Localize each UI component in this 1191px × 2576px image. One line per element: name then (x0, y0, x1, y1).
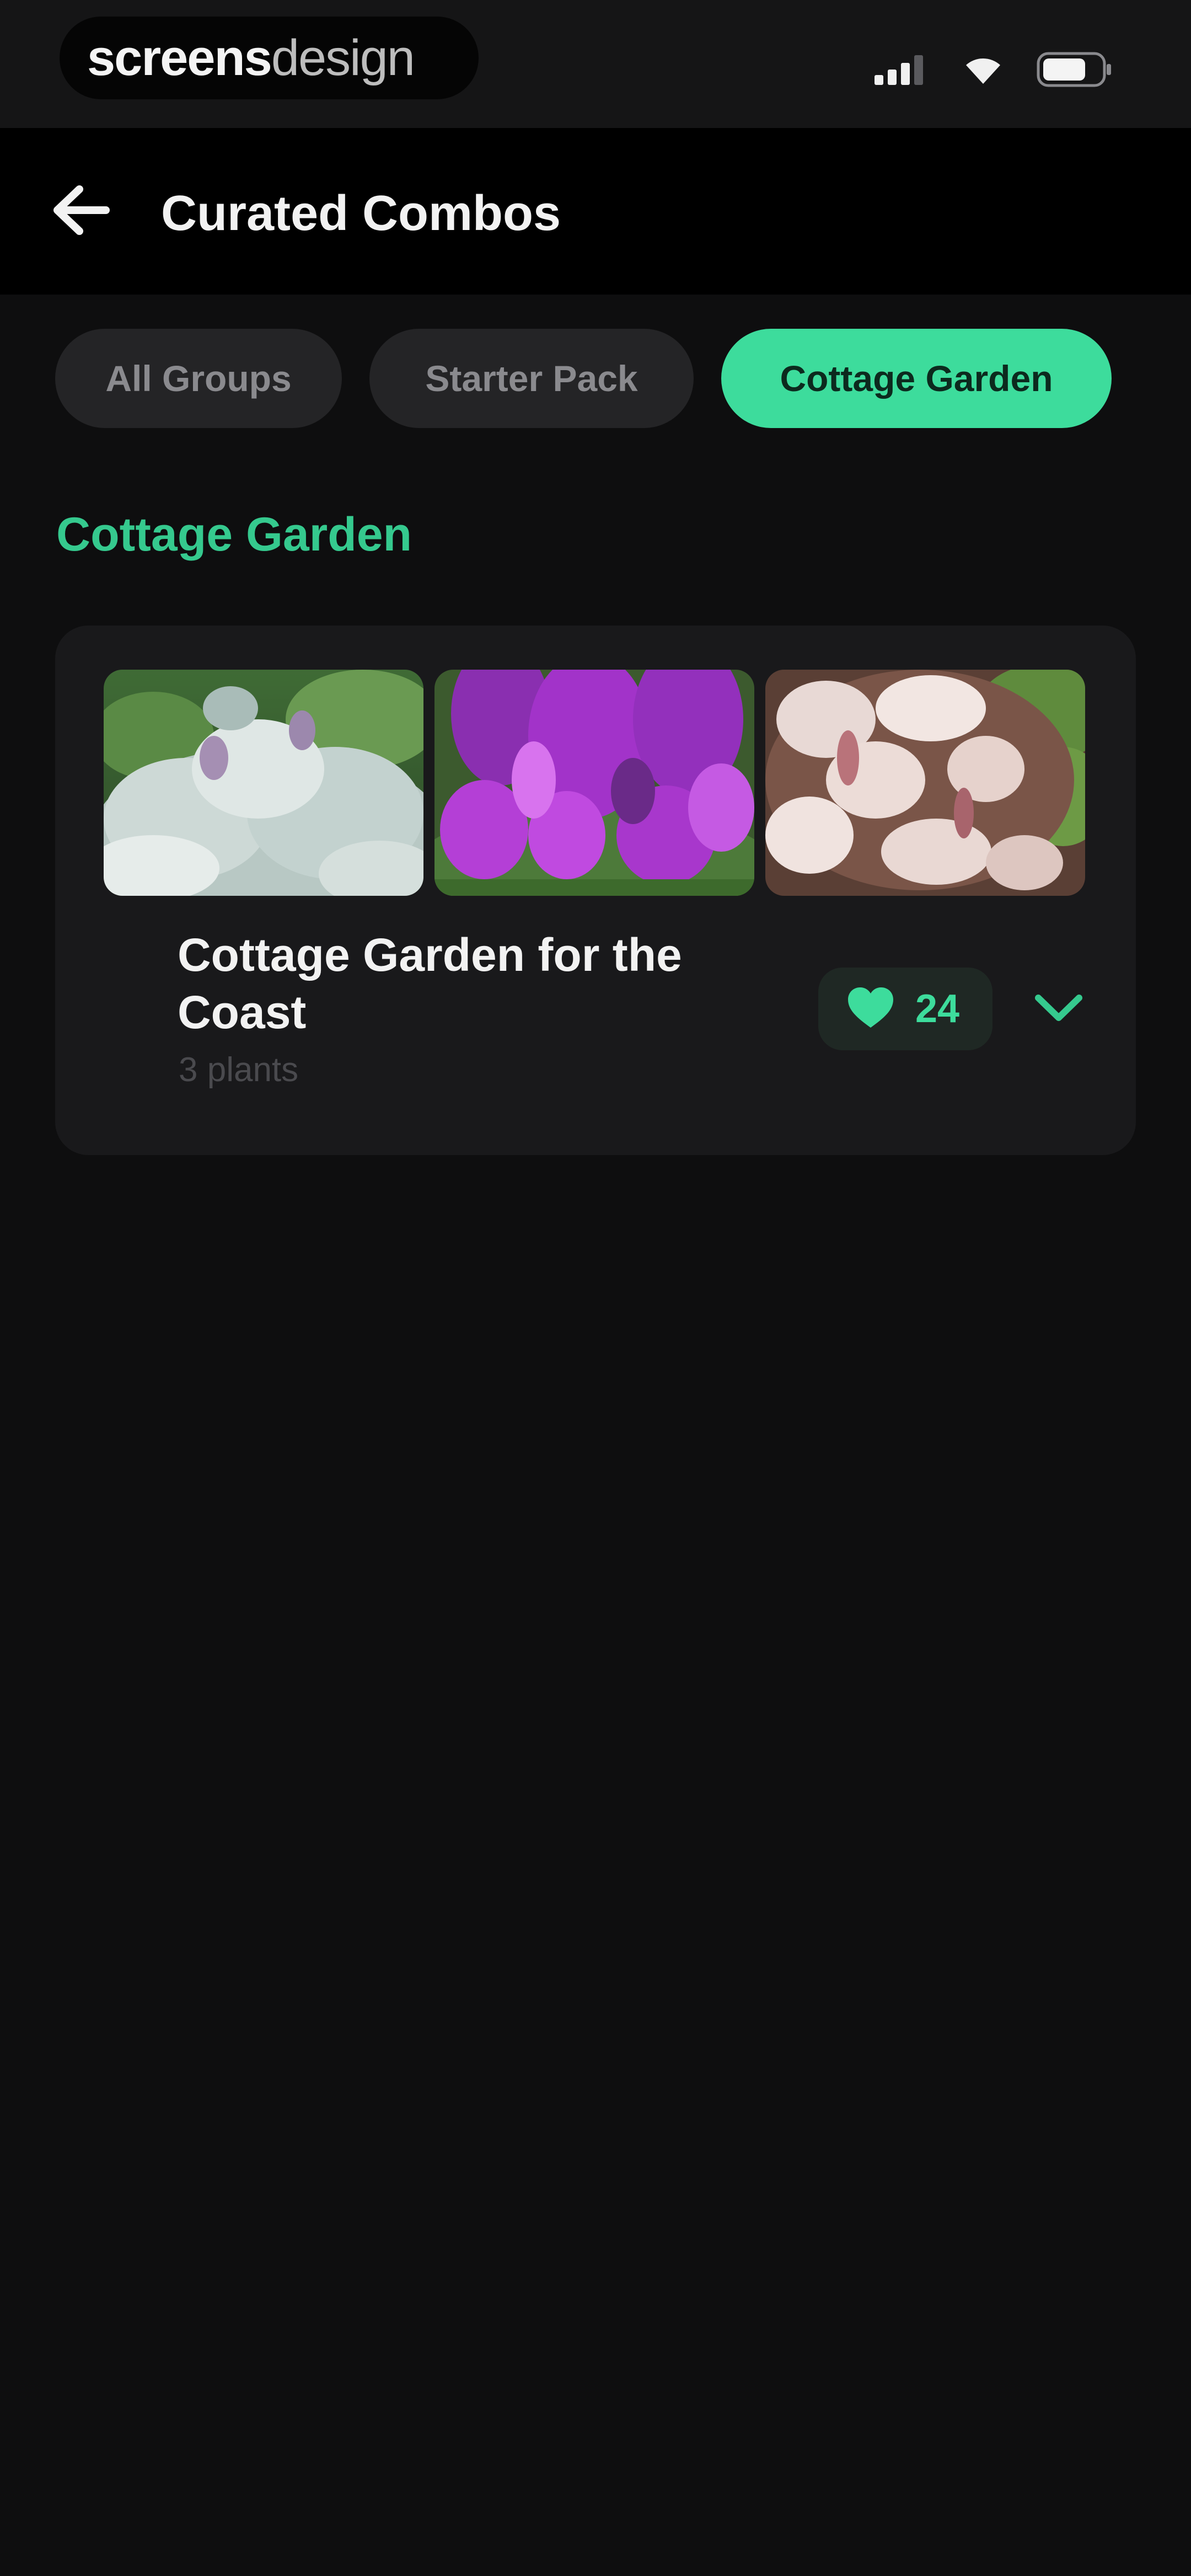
heart-icon (846, 986, 895, 1033)
plant-image-gaura (765, 670, 1085, 896)
status-icons (875, 49, 1114, 93)
back-arrow-icon (51, 183, 111, 241)
like-button[interactable]: 24 (818, 968, 993, 1050)
plant-thumbnails (104, 670, 1085, 896)
combo-title: Cottage Garden for the Coast (178, 929, 682, 1038)
brand-logo-light: design (271, 29, 415, 86)
brand-logo: screens design (60, 17, 479, 99)
combo-card[interactable]: Cottage Garden for the Coast 3 plants 24 (55, 626, 1136, 1155)
back-button[interactable] (45, 181, 117, 242)
group-filter-chips: All Groups Starter Pack Cottage Garden (55, 329, 1112, 428)
chip-cottage-garden[interactable]: Cottage Garden (721, 329, 1112, 428)
wifi-icon (964, 54, 1002, 88)
like-count: 24 (915, 987, 960, 1031)
chip-all-groups[interactable]: All Groups (55, 329, 342, 428)
combo-plant-count: 3 plants (179, 1051, 299, 1089)
page-title: Curated Combos (161, 186, 561, 241)
chip-starter-pack[interactable]: Starter Pack (369, 329, 694, 428)
expand-button[interactable] (1026, 979, 1092, 1039)
chevron-down-icon (1034, 991, 1083, 1027)
plant-image-lambs-ear (104, 670, 423, 896)
app-header: Curated Combos (0, 128, 1191, 295)
plant-image-foxglove (434, 670, 754, 896)
cellular-signal-icon (875, 54, 930, 88)
status-bar: screens design (0, 0, 1191, 128)
section-heading: Cottage Garden (56, 508, 412, 561)
brand-logo-bold: screens (87, 29, 272, 86)
battery-icon (1037, 52, 1114, 90)
